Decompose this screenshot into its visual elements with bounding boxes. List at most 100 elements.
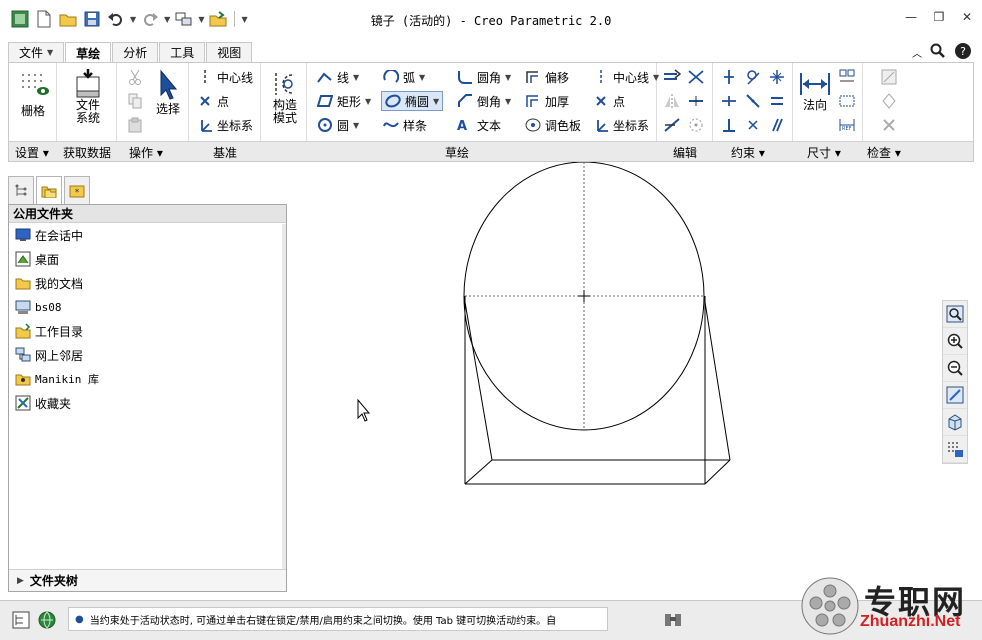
group-label-sketching: 草绘 — [445, 146, 470, 160]
sketch-point-button[interactable]: 点 — [593, 91, 625, 111]
sketcher-display-filters-icon[interactable] — [943, 436, 967, 463]
tab-sketch[interactable]: 草绘 — [65, 42, 112, 63]
tab-favorites[interactable]: * — [64, 176, 90, 204]
perpendicular-constraint-icon[interactable] — [721, 115, 737, 135]
chamfer-button[interactable]: 倒角 ▼ — [457, 91, 511, 111]
paste-button[interactable] — [127, 115, 143, 135]
sketch-drawing[interactable] — [290, 161, 972, 594]
repaint-icon[interactable] — [943, 382, 967, 409]
window-controls: — ❐ ✕ — [904, 10, 974, 24]
zoom-in-icon[interactable] — [943, 328, 967, 355]
tangent-constraint-icon[interactable] — [745, 67, 761, 87]
folder-browser-icon — [41, 186, 57, 198]
datum-csys-button[interactable]: 坐标系 — [197, 115, 253, 135]
divide-icon[interactable] — [687, 91, 705, 111]
close-button[interactable]: ✕ — [960, 10, 974, 24]
corner-icon[interactable] — [663, 115, 681, 135]
tab-folder-browser[interactable] — [36, 176, 62, 204]
group-label-setup[interactable]: 设置 ▾ — [15, 144, 49, 161]
sketch-graphics-area[interactable] — [290, 161, 972, 594]
parallel-constraint-icon[interactable] — [769, 115, 785, 135]
copy-button[interactable] — [127, 91, 143, 111]
palette-button[interactable]: 调色板 — [525, 115, 581, 135]
collapse-ribbon-icon[interactable]: ︿ — [912, 45, 922, 60]
computer-icon — [15, 299, 31, 315]
find-icon[interactable] — [662, 609, 684, 631]
horizontal-constraint-icon[interactable] — [721, 91, 737, 111]
zoom-out-icon[interactable] — [943, 355, 967, 382]
arc-button[interactable]: 弧 ▼ — [383, 67, 425, 87]
cut-button[interactable] — [127, 67, 143, 87]
symmetric-constraint-icon[interactable] — [745, 115, 761, 135]
line-button[interactable]: 线 ▼ — [317, 67, 359, 87]
grid-icon — [22, 74, 49, 95]
rectangle-button[interactable]: 矩形 ▼ — [317, 91, 371, 111]
tab-tools[interactable]: 工具 — [159, 42, 206, 62]
refit-icon[interactable] — [943, 301, 967, 328]
spline-button[interactable]: 样条 — [383, 115, 427, 135]
folder-item-network[interactable]: 网上邻居 — [9, 343, 286, 367]
equal-constraint-icon[interactable] — [769, 91, 785, 111]
display-style-icon[interactable] — [943, 409, 967, 436]
overlapping-geometry-icon[interactable] — [881, 67, 897, 87]
coincident-constraint-icon[interactable] — [745, 91, 761, 111]
working-directory-icon — [15, 323, 31, 339]
mirror-icon[interactable] — [663, 91, 681, 111]
normal-dimension-button[interactable]: 法向 — [795, 69, 835, 112]
folder-item-working-directory[interactable]: 工作目录 — [9, 319, 286, 343]
group-sketching: 线 ▼ 矩形 ▼ 圆 ▼ 弧 ▼ 椭圆 ▼ 样条 圆角 ▼ 倒角 ▼ A 文本 … — [307, 63, 659, 141]
highlight-open-ends-icon[interactable] — [881, 91, 897, 111]
fillet-button[interactable]: 圆角 ▼ — [457, 67, 511, 87]
group-label-operations[interactable]: 操作 ▾ — [129, 144, 163, 161]
watermark-en-text: Zhuanzhi.Net — [860, 613, 961, 630]
datum-point-button[interactable]: 点 — [197, 91, 229, 111]
grid-button[interactable]: 栅格 — [15, 69, 51, 118]
minimize-button[interactable]: — — [904, 10, 918, 24]
toggle-navigator-icon[interactable] — [10, 609, 32, 631]
maximize-button[interactable]: ❐ — [932, 10, 946, 24]
offset-button[interactable]: 偏移 — [525, 67, 569, 87]
baseline-dimension-icon[interactable] — [839, 91, 855, 111]
select-button[interactable]: 选择 — [151, 69, 185, 116]
group-label-constrain[interactable]: 约束 ▾ — [731, 144, 765, 161]
ellipse-button[interactable]: 椭圆 ▼ — [381, 91, 444, 111]
group-label-dimension[interactable]: 尺寸 ▾ — [807, 144, 841, 161]
construction-mode-button[interactable]: 构造 模式 — [265, 69, 305, 125]
text-button[interactable]: A 文本 — [457, 115, 501, 135]
tab-analysis[interactable]: 分析 — [112, 42, 159, 62]
delete-segment-icon[interactable] — [687, 67, 705, 87]
toggle-browser-icon[interactable] — [36, 609, 58, 631]
tab-model-tree[interactable] — [8, 176, 34, 204]
folder-item-in-session[interactable]: 在会话中 — [9, 223, 286, 247]
folder-item-my-documents[interactable]: 我的文档 — [9, 271, 286, 295]
folder-item-manikin-library[interactable]: Manikin 库 — [9, 367, 286, 391]
circle-button[interactable]: 圆 ▼ — [317, 115, 359, 135]
datum-centerline-button[interactable]: 中心线 — [197, 67, 253, 87]
sketch-csys-button[interactable]: 坐标系 — [593, 115, 649, 135]
folder-item-desktop[interactable]: 桌面 — [9, 247, 286, 271]
library-folder-icon — [15, 371, 31, 387]
tab-file[interactable]: 文件 ▼ — [8, 42, 65, 62]
group-inspect — [863, 63, 975, 141]
perimeter-dimension-icon[interactable] — [839, 67, 855, 87]
file-system-button[interactable]: 文件 系统 — [67, 67, 109, 125]
folder-item-bs08[interactable]: bs08 — [9, 295, 286, 319]
modify-icon[interactable] — [663, 67, 681, 87]
sketch-centerline-button[interactable]: 中心线 ▼ — [593, 67, 659, 87]
group-label-inspect[interactable]: 检查 ▾ — [867, 144, 901, 161]
thicken-button[interactable]: 加厚 — [525, 91, 569, 111]
folder-item-favorites[interactable]: 收藏夹 — [9, 391, 286, 415]
panel-scrollbar[interactable] — [282, 224, 286, 569]
shade-closed-loops-icon[interactable] — [881, 115, 897, 135]
favorites-folder-icon — [15, 395, 31, 411]
search-icon[interactable] — [930, 43, 946, 62]
tab-view[interactable]: 视图 — [206, 42, 253, 62]
reference-dimension-icon[interactable]: REF — [839, 115, 855, 135]
midpoint-constraint-icon[interactable] — [769, 67, 785, 87]
help-icon[interactable]: ? — [954, 42, 972, 63]
folder-tree-toggle[interactable]: ▶ 文件夹树 — [9, 569, 286, 591]
group-construction: 构造 模式 — [261, 63, 307, 141]
window-title: 镜子 (活动的) - Creo Parametric 2.0 — [370, 14, 612, 28]
vertical-constraint-icon[interactable] — [721, 67, 737, 87]
rotate-resize-icon[interactable] — [687, 115, 705, 135]
